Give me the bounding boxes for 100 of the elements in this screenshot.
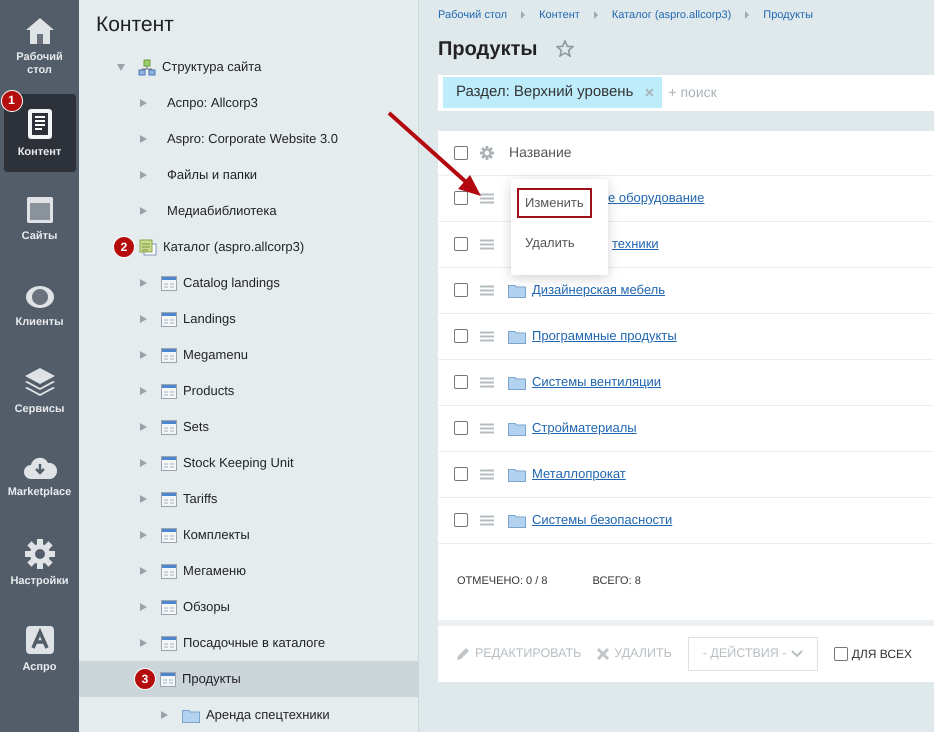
menu-icon[interactable] [480,468,494,480]
list-window-icon [161,384,177,399]
tree-item[interactable]: Аренда спецтехники [206,705,330,725]
close-icon [645,88,654,97]
tree-item[interactable]: Медиабиблиотека [167,201,277,221]
tree-item[interactable]: Продукты [182,669,241,689]
tree-item[interactable]: Stock Keeping Unit [183,453,294,473]
row-checkbox[interactable] [454,191,468,205]
tree-item[interactable]: Комплекты [183,525,250,545]
table-cell-link[interactable]: Системы вентиляции [532,372,662,392]
folder-icon [508,512,526,528]
row-checkbox[interactable] [454,283,468,297]
select-all-checkbox[interactable] [454,146,468,160]
list-window-icon [160,672,176,687]
expand-arrow-icon[interactable] [140,531,147,540]
table-cell-link[interactable]: Программные продукты [532,326,677,346]
menu-item[interactable]: Изменить [517,188,592,218]
row-checkbox[interactable] [454,329,468,343]
expand-arrow-icon[interactable] [140,315,147,324]
sidebar-item[interactable]: Настройки [4,524,76,602]
menu-icon[interactable] [480,376,494,388]
expand-arrow-icon[interactable] [140,99,147,108]
table-cell-link[interactable]: Стройматериалы [532,418,637,438]
breadcrumb-link[interactable]: Рабочий стол [438,7,508,24]
sidebar-item[interactable]: Сервисы [4,352,76,430]
for-all-checkbox[interactable] [834,646,848,660]
tree-item[interactable]: Catalog landings [183,273,280,293]
step-number-badge: 2 [113,236,135,258]
tree-item[interactable]: Мегаменю [183,561,246,581]
folder-icon [508,282,526,298]
expand-arrow-icon[interactable] [140,351,147,360]
list-window-icon [161,528,177,543]
tree-item[interactable]: Sets [183,417,210,437]
menu-icon[interactable] [480,514,494,526]
menu-icon[interactable] [480,422,494,434]
expand-arrow-icon[interactable] [140,639,147,648]
tree-item[interactable]: Megamenu [183,345,248,365]
menu-icon[interactable] [480,192,494,204]
tree-item[interactable]: Обзоры [183,597,230,617]
tree-item[interactable]: Каталог (aspro.allcorp3) [163,237,304,257]
list-window-icon [161,600,177,615]
breadcrumb-link[interactable]: Каталог (aspro.allcorp3) [612,7,732,24]
tree-item[interactable]: Структура сайта [162,57,262,77]
list-window-icon [161,312,177,327]
list-window-icon [161,420,177,435]
expand-arrow-icon[interactable] [161,711,168,720]
menu-icon[interactable] [480,238,494,250]
expand-arrow-icon[interactable] [140,603,147,612]
breadcrumb-link[interactable]: Контент [539,7,580,24]
sidebar-item[interactable]: Рабочий стол [4,8,76,86]
expand-arrow-icon[interactable] [140,279,147,288]
row-checkbox[interactable] [454,375,468,389]
tree-item[interactable]: Посадочные в каталоге [183,633,326,653]
table-cell-link[interactable]: техники [612,234,659,254]
cloud-download-icon [22,456,56,480]
settings-icon [24,538,54,569]
menu-icon[interactable] [480,284,494,296]
expand-arrow-icon[interactable] [140,495,147,504]
expand-arrow-icon[interactable] [140,207,147,216]
breadcrumb-link[interactable]: Продукты [763,7,813,24]
tree-item[interactable]: Tariffs [183,489,218,509]
step-number-badge: 3 [134,668,156,690]
table-cell-link[interactable]: Системы безопасности [532,510,672,530]
table-cell-link[interactable]: е оборудование [608,188,704,208]
row-checkbox[interactable] [454,467,468,481]
sidebar-item[interactable]: Сайты [4,180,76,258]
menu-item[interactable]: Удалить [517,228,583,257]
row-checkbox[interactable] [454,421,468,435]
sidebar-item[interactable]: Аспро [4,610,76,688]
expand-arrow-icon[interactable] [140,567,147,576]
table-cell-link[interactable]: Дизайнерская мебель [532,280,665,300]
expand-arrow-icon[interactable] [140,135,147,144]
tree-item[interactable]: Аспро: Allcorp3 [167,93,258,113]
row-checkbox[interactable] [454,513,468,527]
settings-icon[interactable] [480,146,494,160]
sidebar-item[interactable]: Marketplace [4,438,76,516]
expand-arrow-icon[interactable] [140,459,147,468]
expand-arrow-icon[interactable] [140,171,147,180]
table-cell-link[interactable]: Металлопрокат [532,464,626,484]
tree-item[interactable]: Файлы и папки [167,165,258,185]
expand-arrow-icon[interactable] [140,423,147,432]
list-window-icon [161,564,177,579]
expand-arrow-icon[interactable] [140,387,147,396]
remove-filter-button[interactable] [645,88,654,97]
chevron-down-icon [790,650,803,658]
total-count: ВСЕГО: 8 [592,574,641,590]
tree-item[interactable]: Landings [183,309,236,329]
column-header[interactable]: Название [509,142,572,163]
tree-item[interactable]: Products [183,381,234,401]
collapse-arrow-icon[interactable] [117,64,125,71]
star-icon[interactable] [556,40,574,57]
letter-tile-icon [24,624,54,655]
filter-tag[interactable]: Раздел: Верхний уровень [443,77,662,108]
row-checkbox[interactable] [454,237,468,251]
layers-icon [24,366,56,397]
home-icon [24,17,54,46]
tree-item[interactable]: Aspro: Corporate Website 3.0 [167,129,338,149]
sidebar-item[interactable]: Клиенты [4,266,76,344]
list-window-icon [161,348,177,363]
menu-icon[interactable] [480,330,494,342]
